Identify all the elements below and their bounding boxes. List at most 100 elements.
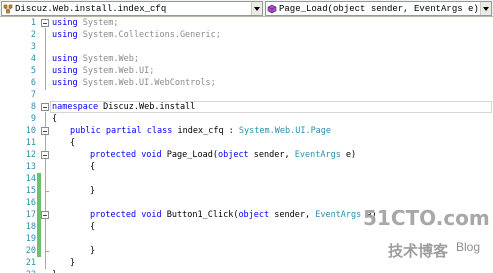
collapse-icon[interactable] (41, 127, 49, 135)
line-number: 16 (25, 198, 36, 208)
line-number: 1 (30, 18, 36, 28)
member-dropdown[interactable]: Page_Load(object sender, EventArgs e) (265, 1, 492, 16)
keyword: void (141, 150, 162, 160)
line-number: 8 (30, 102, 36, 112)
outline-end (45, 251, 49, 252)
line-number: 14 (25, 174, 36, 184)
code-text: System; (77, 18, 119, 28)
code-text: sender, (248, 150, 295, 160)
keyword: partial (105, 126, 142, 136)
code-text: Page_Load( (161, 150, 218, 160)
code-text: Button1_Click( (161, 210, 239, 220)
code-line[interactable]: { (90, 221, 95, 233)
code-line[interactable]: { (70, 137, 75, 149)
line-number: 5 (30, 66, 36, 76)
keyword: using (52, 66, 78, 76)
keyword: using (52, 78, 78, 88)
member-dropdown-text: Page_Load(object sender, EventArgs e) (279, 3, 479, 14)
brace: { (70, 138, 76, 148)
code-line[interactable]: using System.Web.UI; (52, 65, 154, 77)
code-text: e) (340, 150, 357, 160)
brace: } (90, 186, 96, 196)
code-line[interactable]: } (52, 269, 57, 273)
brace: } (90, 246, 96, 256)
chevron-down-icon[interactable] (480, 2, 491, 15)
watermark-site: 51CTO.com (363, 206, 490, 230)
code-line[interactable]: protected void Page_Load(object sender, … (90, 149, 356, 161)
code-line[interactable]: } (70, 257, 75, 269)
code-text: System.Web.UI.WebControls; (77, 78, 216, 88)
line-number: 15 (25, 186, 36, 196)
code-line[interactable]: using System.Collections.Generic; (52, 29, 221, 41)
line-number: 7 (30, 90, 36, 100)
code-line[interactable]: using System; (52, 17, 119, 29)
keyword: object (217, 150, 249, 160)
outline-line (45, 160, 46, 191)
line-number: 10 (25, 126, 36, 136)
code-line[interactable]: { (90, 161, 95, 173)
line-number-gutter: 1 2 3 4 5 6 7 8 9 10 11 12 13 14 15 16 1… (0, 17, 41, 273)
keyword: void (141, 210, 162, 220)
brace: { (90, 162, 96, 172)
line-number: 9 (30, 114, 36, 124)
code-text: sender, (269, 210, 316, 220)
line-number: 19 (25, 234, 36, 244)
class-dropdown-text: Discuz.Web.install.index_cfq (15, 3, 167, 14)
outlining-margin (41, 17, 50, 273)
code-line[interactable]: public partial class index_cfq : System.… (70, 125, 331, 137)
keyword: protected (90, 210, 137, 220)
collapse-icon[interactable] (41, 151, 49, 159)
line-number: 12 (25, 150, 36, 160)
line-number: 4 (30, 54, 36, 64)
code-text: Discuz.Web.install (98, 102, 196, 112)
outline-end (45, 191, 49, 192)
code-line[interactable]: protected void Button1_Click(object send… (90, 209, 377, 221)
collapse-icon[interactable] (41, 211, 49, 219)
line-number: 17 (25, 210, 36, 220)
line-number: 11 (25, 138, 36, 148)
line-number: 13 (25, 162, 36, 172)
method-icon (267, 4, 277, 13)
collapse-icon[interactable] (41, 19, 49, 27)
keyword: using (52, 30, 78, 40)
code-line[interactable]: using System.Web.UI.WebControls; (52, 77, 216, 89)
keyword: class (146, 126, 173, 136)
line-number: 21 (25, 258, 36, 268)
watermark: 51CTO.com 技术博客 Blog (362, 200, 492, 272)
brace: { (90, 222, 96, 232)
code-line[interactable]: namespace Discuz.Web.install (52, 101, 195, 113)
class-icon (3, 4, 13, 13)
brace: { (52, 114, 58, 124)
outline-line (45, 28, 46, 90)
line-number: 22 (0, 269, 36, 273)
code-line[interactable]: { (52, 113, 57, 125)
code-line[interactable]: using System.Web; (52, 53, 139, 65)
line-number: 18 (25, 222, 36, 232)
line-number: 2 (30, 30, 36, 40)
code-line[interactable]: } (90, 185, 95, 197)
type-name: EventArgs (315, 210, 362, 220)
code-text: System.Web.UI; (77, 66, 155, 76)
keyword: object (238, 210, 270, 220)
line-number: 3 (30, 42, 36, 52)
keyword: namespace (52, 102, 99, 112)
code-text: index_cfq : (172, 126, 239, 136)
navigation-bar: Discuz.Web.install.index_cfq Page_Load(o… (0, 0, 493, 17)
watermark-cn: 技术博客 (388, 242, 449, 260)
code-text: System.Web; (77, 54, 140, 64)
keyword: public (70, 126, 101, 136)
line-number: 20 (25, 246, 36, 256)
outline-line (45, 220, 46, 251)
keyword: protected (90, 150, 137, 160)
keyword: using (52, 18, 78, 28)
code-line[interactable]: } (90, 245, 95, 257)
class-dropdown[interactable]: Discuz.Web.install.index_cfq (1, 1, 263, 16)
brace: } (70, 258, 76, 268)
chevron-down-icon[interactable] (251, 2, 262, 15)
type-name: System.Web.UI.Page (238, 126, 332, 136)
type-name: EventArgs (294, 150, 341, 160)
line-number: 6 (30, 78, 36, 88)
code-text: System.Collections.Generic; (77, 30, 221, 40)
keyword: using (52, 54, 78, 64)
collapse-icon[interactable] (41, 103, 49, 111)
